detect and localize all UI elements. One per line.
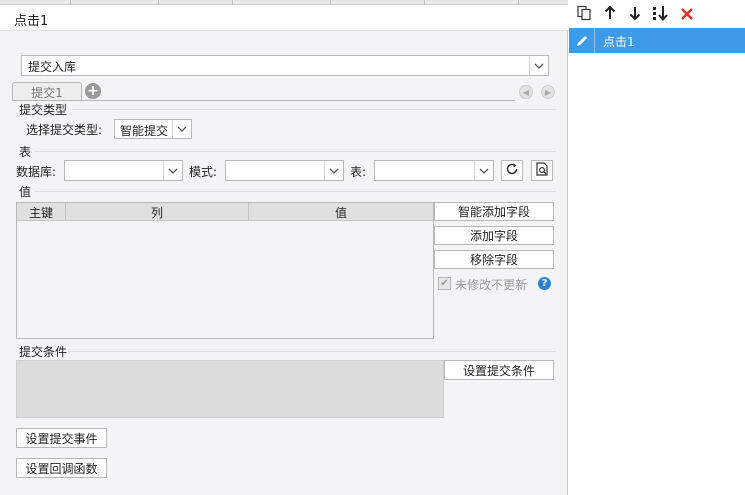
- tab-next-button[interactable]: ▶: [541, 85, 555, 99]
- table-select[interactable]: [374, 160, 494, 181]
- event-list-item-label: 点击1: [603, 35, 635, 49]
- tab-strip-line: [12, 100, 515, 101]
- chevron-down-icon: [529, 56, 548, 75]
- arrow-down-icon: [629, 5, 641, 25]
- schema-select[interactable]: [225, 160, 344, 181]
- schema-label: 模式:: [189, 165, 218, 179]
- add-field-label: 添加字段: [469, 229, 518, 243]
- action-type-select[interactable]: 提交入库: [21, 55, 549, 76]
- section-submit-condition: 提交条件: [19, 345, 68, 359]
- chevron-down-icon: [474, 161, 493, 180]
- close-icon: [680, 6, 694, 25]
- set-submit-condition-button[interactable]: 设置提交条件: [444, 360, 554, 380]
- add-tab-button[interactable]: +: [85, 83, 101, 99]
- refresh-button[interactable]: [501, 160, 523, 181]
- submit-type-value: 智能提交: [120, 124, 169, 138]
- set-callback-button[interactable]: 设置回调函数: [16, 458, 107, 478]
- table-label: 表:: [350, 165, 367, 179]
- set-submit-event-button[interactable]: 设置提交事件: [16, 428, 107, 448]
- submit-type-label: 选择提交类型:: [26, 123, 103, 137]
- action-type-value: 提交入库: [28, 60, 77, 74]
- chevron-down-icon: [163, 161, 182, 180]
- submit-settings-dialog: 点击1 提交入库 提交1 + ◀ ▶ 提交类型 选择提交类型: 智能提交 表 数…: [0, 5, 568, 495]
- unmodified-no-update-checkbox[interactable]: ✔: [438, 277, 451, 290]
- smart-add-field-button[interactable]: 智能添加字段: [434, 202, 554, 221]
- event-list-toolbar: [569, 0, 745, 28]
- set-submit-condition-label: 设置提交条件: [462, 363, 535, 378]
- preview-table-button[interactable]: [531, 160, 553, 181]
- set-callback-label: 设置回调函数: [25, 461, 98, 476]
- move-to-bottom-icon: [652, 5, 670, 25]
- tab-submit-1[interactable]: 提交1: [12, 82, 82, 101]
- table-header: 主键 列 值: [17, 203, 433, 221]
- submit-type-select[interactable]: 智能提交: [114, 119, 192, 139]
- edit-icon[interactable]: [569, 28, 595, 53]
- move-down-button[interactable]: [625, 5, 645, 25]
- dialog-title-bar: 点击1: [0, 5, 568, 31]
- move-up-button[interactable]: [600, 5, 620, 25]
- move-bottom-button[interactable]: [651, 5, 671, 25]
- chevron-right-icon: ▶: [544, 87, 552, 97]
- remove-field-button[interactable]: 移除字段: [434, 250, 554, 269]
- refresh-icon: [505, 162, 519, 179]
- database-select[interactable]: [64, 160, 183, 181]
- chevron-left-icon: ◀: [522, 87, 530, 97]
- section-divider: [68, 351, 556, 352]
- section-divider: [72, 109, 556, 110]
- set-submit-event-label: 设置提交事件: [25, 431, 98, 446]
- condition-preview: [16, 360, 444, 418]
- event-list-panel: 点击1: [569, 0, 745, 495]
- document-search-icon: [535, 162, 549, 179]
- field-mapping-table[interactable]: 主键 列 值: [16, 202, 434, 339]
- section-divider: [34, 191, 556, 192]
- tab-label: 提交1: [31, 85, 63, 100]
- chevron-down-icon: [324, 161, 343, 180]
- section-values: 值: [19, 185, 32, 199]
- unmodified-no-update-label: 未修改不更新: [455, 278, 528, 292]
- column-header-value[interactable]: 值: [249, 203, 433, 221]
- tab-prev-button[interactable]: ◀: [519, 85, 533, 99]
- event-list-item[interactable]: 点击1: [569, 28, 745, 53]
- column-header-column[interactable]: 列: [66, 203, 249, 221]
- help-icon[interactable]: ?: [538, 277, 551, 290]
- dialog-title: 点击1: [14, 14, 49, 29]
- smart-add-field-label: 智能添加字段: [457, 205, 530, 219]
- column-header-primary-key[interactable]: 主键: [17, 203, 66, 221]
- section-submit-type: 提交类型: [19, 103, 68, 117]
- add-field-button[interactable]: 添加字段: [434, 226, 554, 245]
- plus-icon: +: [87, 83, 99, 99]
- copy-icon: [576, 5, 592, 25]
- database-label: 数据库:: [16, 165, 57, 179]
- checkmark-icon: ✔: [440, 278, 449, 289]
- copy-button[interactable]: [574, 5, 594, 25]
- section-divider: [34, 151, 556, 152]
- delete-button[interactable]: [677, 5, 697, 25]
- section-table: 表: [19, 145, 32, 159]
- chevron-down-icon: [172, 120, 191, 138]
- remove-field-label: 移除字段: [469, 253, 518, 267]
- arrow-up-icon: [604, 5, 616, 25]
